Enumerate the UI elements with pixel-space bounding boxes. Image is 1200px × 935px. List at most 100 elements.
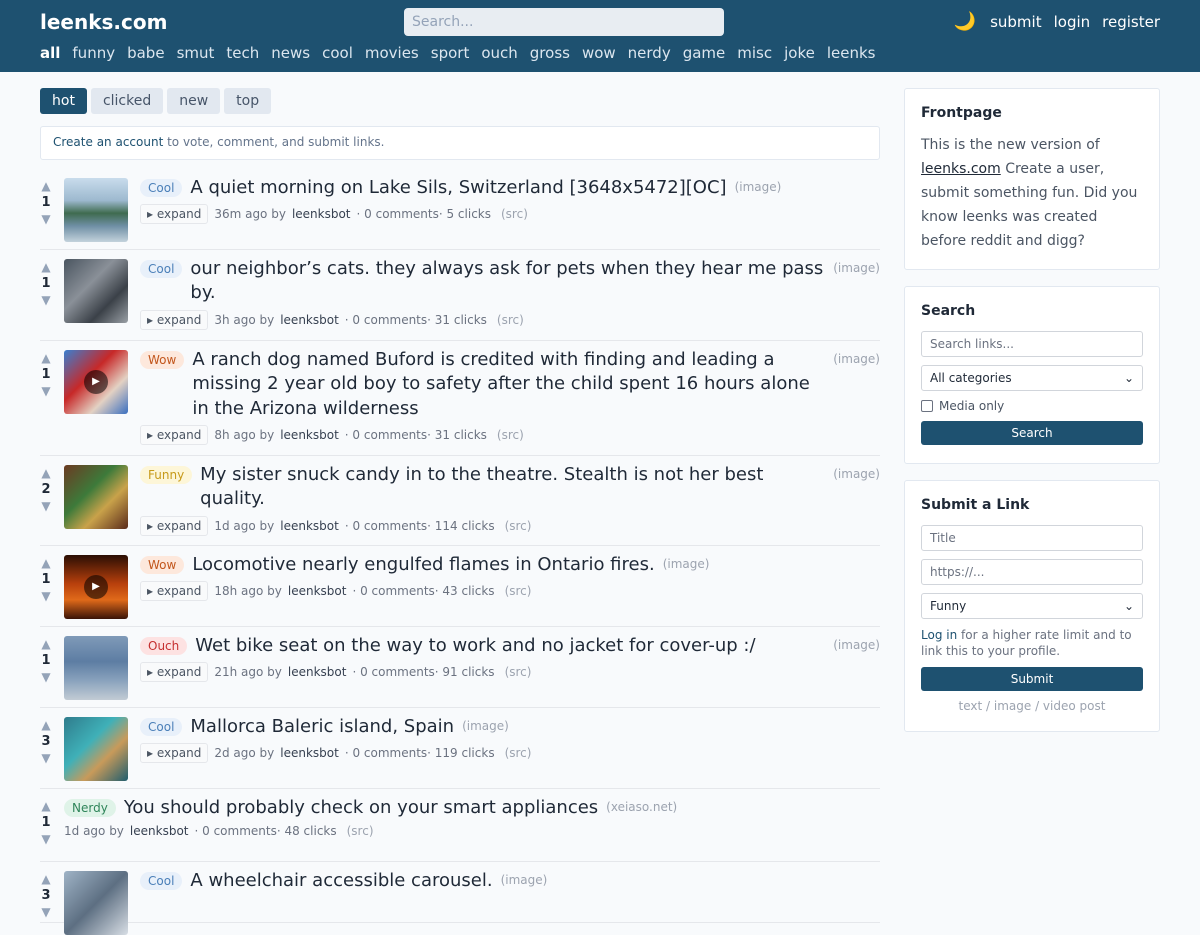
frontpage-link[interactable]: leenks.com: [921, 161, 1001, 177]
post-src-link[interactable]: (src): [501, 207, 528, 221]
login-link[interactable]: login: [1054, 13, 1091, 31]
post-title[interactable]: My sister snuck candy in to the theatre.…: [200, 463, 825, 512]
post-meta: 1d ago by leenksbot · 0 comments· 48 click…: [64, 824, 880, 838]
post-title[interactable]: our neighbor’s cats. they always ask for…: [190, 257, 825, 306]
post-domain: (image): [500, 873, 548, 887]
play-icon[interactable]: ▶: [84, 370, 108, 394]
downvote-icon[interactable]: ▼: [40, 213, 52, 225]
post-title[interactable]: Wet bike seat on the way to work and no …: [195, 634, 755, 658]
expand-button[interactable]: ▸ expand: [140, 204, 209, 225]
post-author[interactable]: leenksbot: [288, 584, 347, 598]
post-title[interactable]: A wheelchair accessible carousel.: [190, 869, 492, 893]
category-badge[interactable]: Wow: [140, 556, 185, 574]
post-thumbnail[interactable]: [64, 465, 128, 529]
post-thumbnail[interactable]: ▶: [64, 350, 128, 414]
play-icon[interactable]: ▶: [84, 575, 108, 599]
post-meta: ▸ expand 21h ago by leenksbot · 0 comments·…: [140, 662, 880, 683]
post-src-link[interactable]: (src): [505, 746, 532, 760]
post-author[interactable]: leenksbot: [130, 824, 189, 838]
post-age: 8h ago by: [214, 427, 275, 442]
post-title[interactable]: A quiet morning on Lake Sils, Switzerlan…: [190, 176, 726, 200]
url-input[interactable]: https://...: [921, 559, 1143, 585]
register-link[interactable]: register: [1102, 13, 1160, 31]
post-thumbnail[interactable]: [64, 636, 128, 700]
downvote-icon[interactable]: ▼: [40, 906, 52, 918]
vote-widget: ▲ 1 ▼: [40, 261, 52, 306]
post-author[interactable]: leenksbot: [280, 428, 339, 442]
post-body: Wow A ranch dog named Buford is credited …: [140, 348, 880, 445]
expand-button[interactable]: ▸ expand: [140, 581, 209, 602]
category-badge[interactable]: Funny: [140, 466, 193, 484]
chevron-down-icon: ⌄: [1123, 371, 1134, 385]
post-title[interactable]: Locomotive nearly engulfed flames in Ont…: [192, 553, 654, 577]
category-badge[interactable]: Cool: [140, 718, 183, 736]
post-stats: · 0 comments· 31 clicks: [344, 312, 487, 327]
submit-link[interactable]: submit: [990, 13, 1042, 31]
expand-button[interactable]: ▸ expand: [140, 309, 209, 330]
moon-icon[interactable]: 🌙: [954, 11, 976, 32]
upvote-icon[interactable]: ▲: [40, 261, 52, 273]
category-select[interactable]: All categories ⌄: [921, 365, 1143, 391]
post-item: ▲ 3 ▼ Cool Mallorca Baleric island, Spain (im…: [40, 709, 880, 789]
post-stats: · 0 comments· 48 clicks: [194, 824, 337, 839]
post-src-link[interactable]: (src): [347, 824, 374, 838]
post-src-link[interactable]: (src): [505, 519, 532, 533]
downvote-icon[interactable]: ▼: [40, 385, 52, 397]
post-list: ▲ 1 ▼ Cool A quiet morning on Lake Sils, Swi…: [40, 0, 880, 935]
upvote-icon[interactable]: ▲: [40, 719, 52, 731]
post-domain: (image): [833, 352, 880, 366]
post-src-link[interactable]: (src): [505, 665, 532, 679]
search-button[interactable]: Search: [921, 421, 1143, 445]
category-badge[interactable]: Ouch: [140, 637, 188, 655]
downvote-icon[interactable]: ▼: [40, 294, 52, 306]
search-links-input[interactable]: Search links...: [921, 331, 1143, 357]
post-title[interactable]: A ranch dog named Buford is credited wit…: [192, 348, 825, 421]
post-title[interactable]: You should probably check on your smart …: [124, 796, 598, 820]
downvote-icon[interactable]: ▼: [40, 500, 52, 512]
post-src-link[interactable]: (src): [497, 313, 524, 327]
category-badge[interactable]: Nerdy: [64, 799, 116, 817]
header-links: 🌙 submit login register: [954, 11, 1160, 32]
post-author[interactable]: leenksbot: [292, 207, 351, 221]
upvote-icon[interactable]: ▲: [40, 638, 52, 650]
post-author[interactable]: leenksbot: [280, 313, 339, 327]
category-badge[interactable]: Cool: [140, 260, 183, 278]
category-badge[interactable]: Wow: [140, 351, 185, 369]
title-input[interactable]: Title: [921, 525, 1143, 551]
downvote-icon[interactable]: ▼: [40, 590, 52, 602]
upvote-icon[interactable]: ▲: [40, 873, 52, 885]
submit-category-select[interactable]: Funny ⌄: [921, 593, 1143, 619]
media-only-checkbox[interactable]: Media only: [921, 399, 1143, 413]
upvote-icon[interactable]: ▲: [40, 467, 52, 479]
upvote-icon[interactable]: ▲: [40, 557, 52, 569]
post-src-link[interactable]: (src): [497, 428, 524, 442]
login-hint: Log in for a higher rate limit and to li…: [921, 627, 1143, 659]
upvote-icon[interactable]: ▲: [40, 352, 52, 364]
post-author[interactable]: leenksbot: [280, 519, 339, 533]
downvote-icon[interactable]: ▼: [40, 833, 52, 845]
post-thumbnail[interactable]: ▶: [64, 555, 128, 619]
upvote-icon[interactable]: ▲: [40, 800, 52, 812]
expand-button[interactable]: ▸ expand: [140, 424, 209, 445]
downvote-icon[interactable]: ▼: [40, 671, 52, 683]
post-body: Cool Mallorca Baleric island, Spain (image…: [140, 715, 880, 764]
expand-button[interactable]: ▸ expand: [140, 662, 209, 683]
expand-button[interactable]: ▸ expand: [140, 515, 209, 536]
category-badge[interactable]: Cool: [140, 179, 183, 197]
expand-button[interactable]: ▸ expand: [140, 743, 209, 764]
post-meta: ▸ expand 36m ago by leenksbot · 0 comments·…: [140, 204, 880, 225]
post-src-link[interactable]: (src): [505, 584, 532, 598]
login-hint-link[interactable]: Log in: [921, 628, 957, 642]
post-thumbnail[interactable]: [64, 259, 128, 323]
post-title[interactable]: Mallorca Baleric island, Spain: [190, 715, 454, 739]
upvote-icon[interactable]: ▲: [40, 180, 52, 192]
submit-button[interactable]: Submit: [921, 667, 1143, 691]
post-thumbnail[interactable]: [64, 178, 128, 242]
post-author[interactable]: leenksbot: [280, 746, 339, 760]
post-thumbnail[interactable]: [64, 717, 128, 781]
checkbox-icon[interactable]: [921, 400, 933, 412]
category-badge[interactable]: Cool: [140, 872, 183, 890]
post-thumbnail[interactable]: [64, 871, 128, 935]
post-author[interactable]: leenksbot: [288, 665, 347, 679]
downvote-icon[interactable]: ▼: [40, 752, 52, 764]
